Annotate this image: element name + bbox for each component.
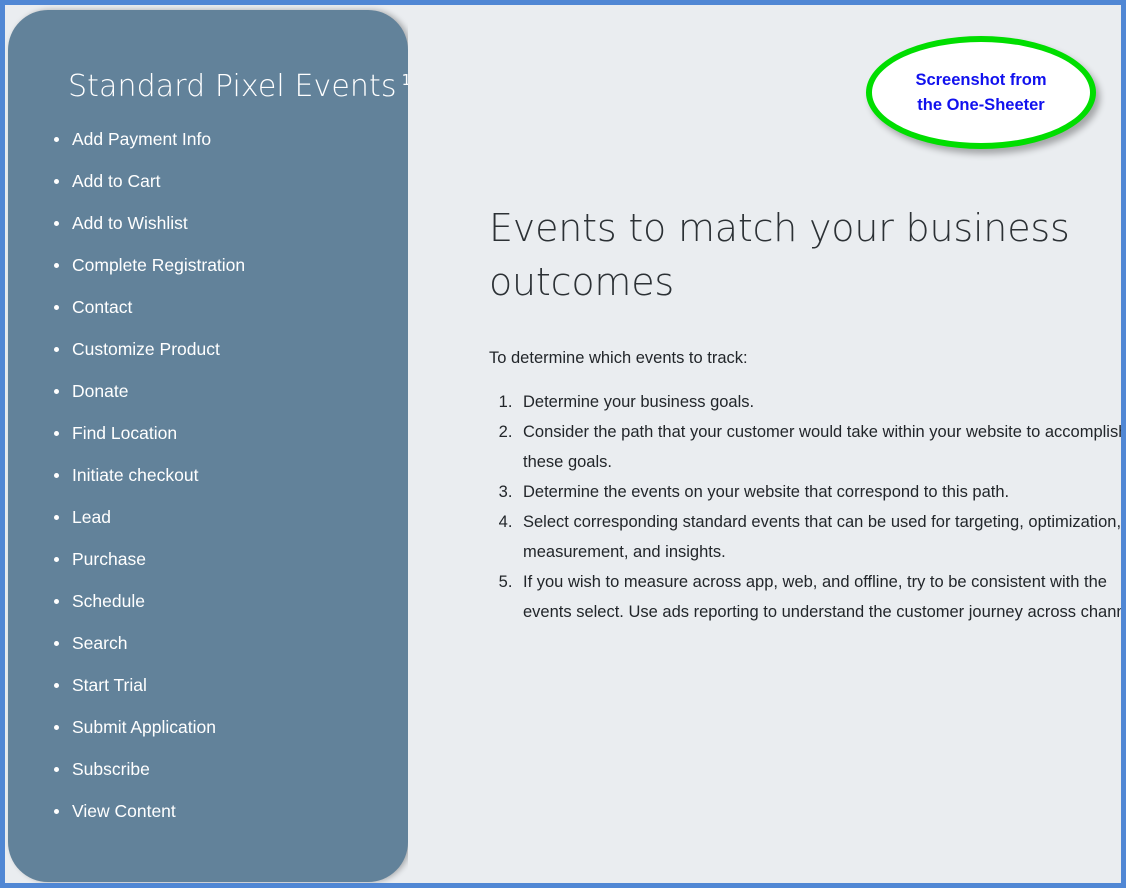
event-label: Add to Cart — [72, 171, 161, 191]
event-label: View Content — [72, 801, 176, 821]
list-item[interactable]: Search — [48, 622, 388, 664]
intro-paragraph: To determine which events to track: — [489, 349, 748, 367]
list-item[interactable]: Contact — [48, 286, 388, 328]
list-item[interactable]: Purchase — [48, 538, 388, 580]
event-label: Schedule — [72, 591, 145, 611]
list-item[interactable]: Initiate checkout — [48, 454, 388, 496]
sidebar-title-text: Standard Pixel Events — [68, 69, 397, 104]
annotation-ellipse: Screenshot from the One-Sheeter — [866, 36, 1096, 149]
event-label: Customize Product — [72, 339, 220, 359]
event-label: Donate — [72, 381, 129, 401]
event-label: Search — [72, 633, 128, 653]
list-item[interactable]: Schedule — [48, 580, 388, 622]
event-label: Initiate checkout — [72, 465, 199, 485]
list-item: Select corresponding standard events tha… — [517, 507, 1121, 567]
list-item: If you wish to measure across app, web, … — [517, 567, 1121, 627]
list-item: Determine the events on your website tha… — [517, 477, 1121, 507]
event-label: Purchase — [72, 549, 146, 569]
event-label: Complete Registration — [72, 255, 246, 275]
steps-ordered-list: Determine your business goals. Consider … — [489, 387, 1121, 627]
list-item: Determine your business goals. — [517, 387, 1121, 417]
list-item[interactable]: Customize Product — [48, 328, 388, 370]
list-item[interactable]: Find Location — [48, 412, 388, 454]
list-item[interactable]: Start Trial — [48, 664, 388, 706]
annotation-label: Screenshot from the One-Sheeter — [915, 70, 1047, 114]
list-item[interactable]: Lead — [48, 496, 388, 538]
event-label: Submit Application — [72, 717, 216, 737]
list-item: Consider the path that your customer wou… — [517, 417, 1121, 477]
event-label: Subscribe — [72, 759, 150, 779]
list-item[interactable]: View Content — [48, 790, 388, 832]
event-label: Start Trial — [72, 675, 147, 695]
list-item[interactable]: Add Payment Info — [48, 118, 388, 160]
event-label: Add to Wishlist — [72, 213, 188, 233]
standard-pixel-events-panel: Standard Pixel Events1 Add Payment Info … — [8, 10, 408, 882]
list-item[interactable]: Add to Wishlist — [48, 202, 388, 244]
event-label: Find Location — [72, 423, 178, 443]
sidebar-title: Standard Pixel Events1 — [68, 72, 408, 102]
list-item[interactable]: Complete Registration — [48, 244, 388, 286]
page-title: Events to match your business outcomes — [489, 206, 1070, 304]
list-item[interactable]: Submit Application — [48, 706, 388, 748]
slide-canvas: Standard Pixel Events1 Add Payment Info … — [0, 0, 1126, 888]
list-item[interactable]: Subscribe — [48, 748, 388, 790]
list-item[interactable]: Add to Cart — [48, 160, 388, 202]
standard-events-list: Add Payment Info Add to Cart Add to Wish… — [48, 118, 388, 832]
list-item[interactable]: Donate — [48, 370, 388, 412]
event-label: Contact — [72, 297, 133, 317]
event-label: Add Payment Info — [72, 129, 212, 149]
event-label: Lead — [72, 507, 111, 527]
